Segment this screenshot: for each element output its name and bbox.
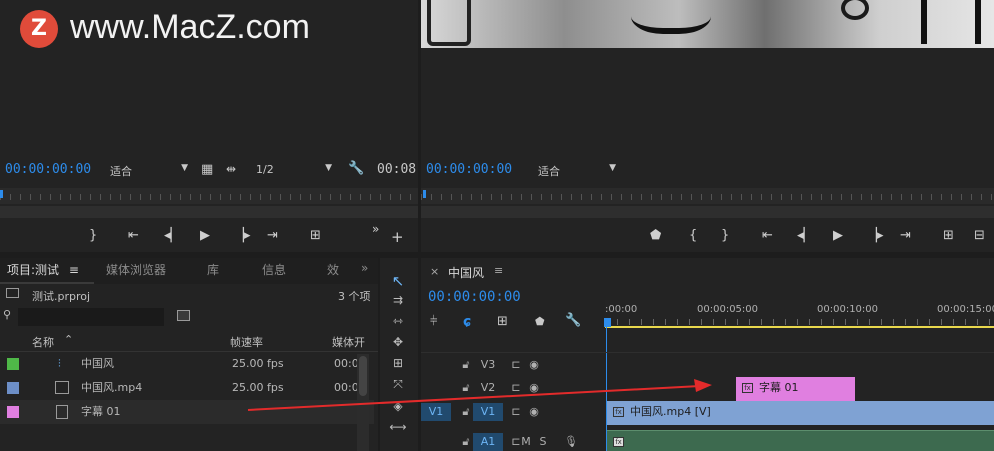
- annotation-arrow: [247, 379, 712, 411]
